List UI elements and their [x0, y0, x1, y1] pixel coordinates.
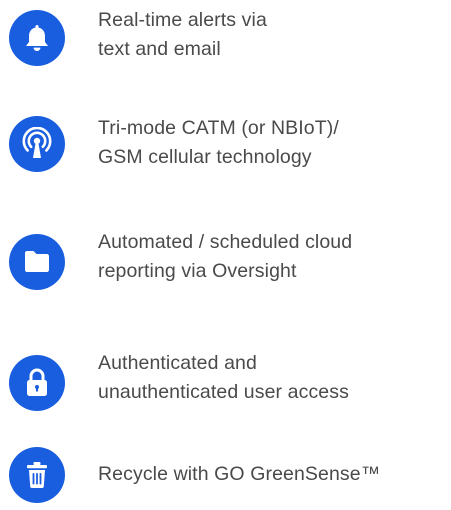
feature-label: Automated / scheduled cloud reporting vi…	[98, 228, 448, 286]
feature-label-line: Recycle with GO GreenSense™	[98, 463, 381, 485]
feature-label-line: reporting via Oversight	[98, 260, 297, 282]
feature-label-line: Authenticated and	[98, 352, 257, 374]
feature-label-line: Automated / scheduled cloud	[98, 231, 353, 253]
feature-label-line: unauthenticated user access	[98, 381, 349, 403]
feature-label: Recycle with GO GreenSense™	[98, 460, 448, 489]
feature-label: Tri-mode CATM (or NBIoT)/ GSM cellular t…	[98, 114, 448, 172]
feature-label: Real-time alerts via text and email	[98, 6, 448, 64]
broadcast-tower-icon	[9, 116, 65, 172]
trash-icon	[9, 447, 65, 503]
lock-icon	[9, 355, 65, 411]
folder-icon	[9, 234, 65, 290]
bell-icon	[9, 10, 65, 66]
feature-label-line: Tri-mode CATM (or NBIoT)/	[98, 117, 339, 139]
feature-label-line: text and email	[98, 38, 221, 60]
feature-label-line: Real-time alerts via	[98, 9, 267, 31]
feature-label: Authenticated and unauthenticated user a…	[98, 349, 448, 407]
feature-label-line: GSM cellular technology	[98, 146, 312, 168]
